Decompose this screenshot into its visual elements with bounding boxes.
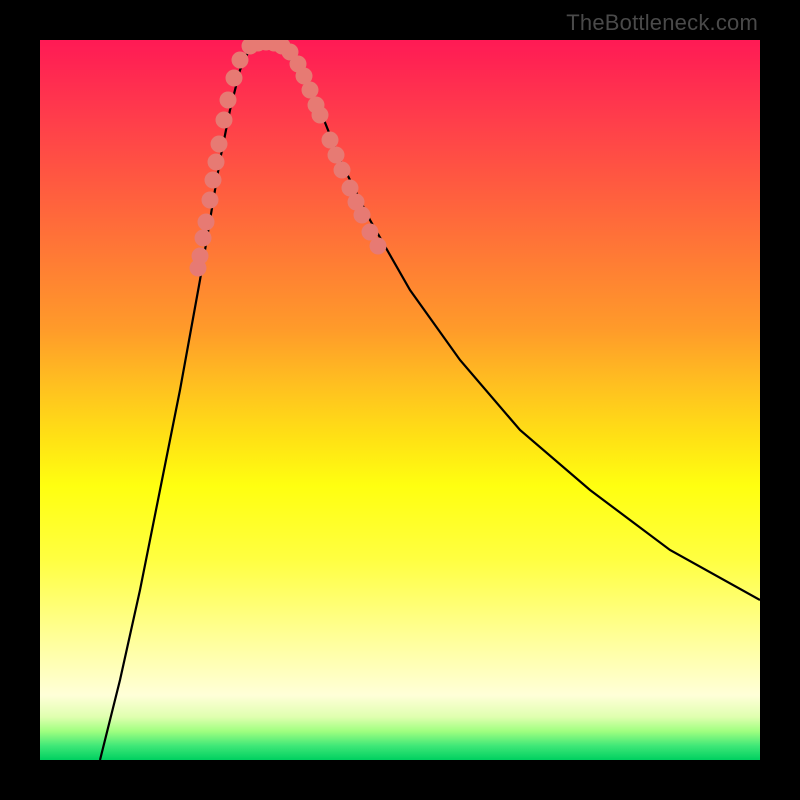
data-point	[211, 136, 228, 153]
data-point	[354, 207, 371, 224]
chart-container: TheBottleneck.com	[0, 0, 800, 800]
data-point	[220, 92, 237, 109]
data-point	[208, 154, 225, 171]
data-point	[302, 82, 319, 99]
data-point	[328, 147, 345, 164]
data-point	[334, 162, 351, 179]
bottleneck-curve	[100, 42, 760, 760]
chart-svg	[40, 40, 760, 760]
data-point	[322, 132, 339, 149]
data-point	[205, 172, 222, 189]
data-point	[232, 52, 249, 69]
plot-area	[40, 40, 760, 760]
data-point	[192, 248, 209, 265]
data-point	[312, 107, 329, 124]
data-point	[195, 230, 212, 247]
data-points-group	[190, 40, 387, 277]
data-point	[202, 192, 219, 209]
watermark-text: TheBottleneck.com	[566, 10, 758, 36]
data-point	[216, 112, 233, 129]
data-point	[370, 238, 387, 255]
data-point	[198, 214, 215, 231]
data-point	[226, 70, 243, 87]
